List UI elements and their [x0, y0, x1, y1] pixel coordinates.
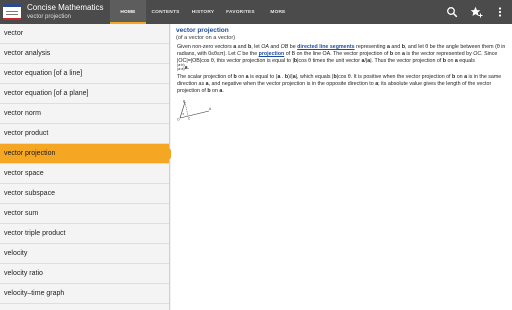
overflow-menu-button[interactable] [488, 0, 512, 24]
entry-title: vector projection [176, 27, 229, 34]
title-block: Concise Mathematics vector projection [24, 0, 110, 24]
list-item[interactable]: velocity–time graph [0, 284, 169, 304]
tab-more[interactable]: MORE [260, 0, 296, 24]
tab-favorites[interactable]: FAVORITES [222, 0, 259, 24]
list-item[interactable]: vector product [0, 124, 169, 144]
search-button[interactable] [440, 0, 464, 24]
link-projection[interactable]: projection [259, 51, 285, 57]
list-item[interactable]: vector space [0, 164, 169, 184]
action-bar: Concise Mathematics vector projection HO… [0, 0, 512, 24]
tab-bar: HOME CONTENTS HISTORY FAVORITES MORE [110, 0, 296, 24]
search-icon [447, 7, 458, 18]
tab-contents[interactable]: CONTENTS [147, 0, 184, 24]
list-item[interactable]: vector subspace [0, 184, 169, 204]
diagram-label-o: O [177, 117, 180, 121]
diagram-label-c: C [188, 116, 191, 120]
list-item[interactable]: vector equation [of a plane] [0, 84, 169, 104]
formula-fraction: (a·b) (a·a) [177, 63, 185, 71]
action-icons [440, 0, 512, 24]
diagram-label-a: A [209, 107, 212, 111]
list-item[interactable]: velocity [0, 244, 169, 264]
list-item-selected[interactable]: vector projection [0, 144, 174, 164]
list-item[interactable]: velocity ratio [0, 264, 169, 284]
list-item[interactable]: vector analysis [0, 44, 169, 64]
list-item[interactable]: vector triple product [0, 224, 169, 244]
diagram-label-theta: θ [183, 112, 185, 116]
app-icon[interactable] [0, 0, 24, 24]
oxford-dictionary-icon [3, 4, 21, 20]
tab-history[interactable]: HISTORY [185, 0, 221, 24]
entry-content: vector projection (of a vector on a vect… [171, 24, 512, 310]
list-item[interactable]: vector equation [of a line] [0, 64, 169, 84]
tab-home[interactable]: HOME [110, 0, 146, 24]
star-add-icon [470, 6, 482, 18]
add-favorite-button[interactable] [464, 0, 488, 24]
list-item[interactable]: vector [0, 24, 169, 44]
entry-subtitle: (of a vector on a vector) [176, 35, 236, 41]
scalar-projection-paragraph: The scalar projection of b on a is equal… [177, 74, 502, 94]
overflow-menu-icon [498, 7, 502, 17]
list-item[interactable]: vector norm [0, 104, 169, 124]
app-title: Concise Mathematics [27, 3, 104, 12]
app-subtitle: vector projection [27, 14, 72, 20]
link-directed-line-segments[interactable]: directed line segments [297, 44, 354, 50]
list-item[interactable]: vector sum [0, 204, 169, 224]
entry-list[interactable]: vector vector analysis vector equation [… [0, 24, 174, 310]
projection-diagram: B A O C θ [177, 99, 212, 121]
diagram-label-b: B [183, 99, 185, 103]
definition-paragraph: Given non-zero vectors a and b, let OA a… [177, 44, 506, 72]
app-root: Concise Mathematics vector projection HO… [0, 0, 512, 310]
